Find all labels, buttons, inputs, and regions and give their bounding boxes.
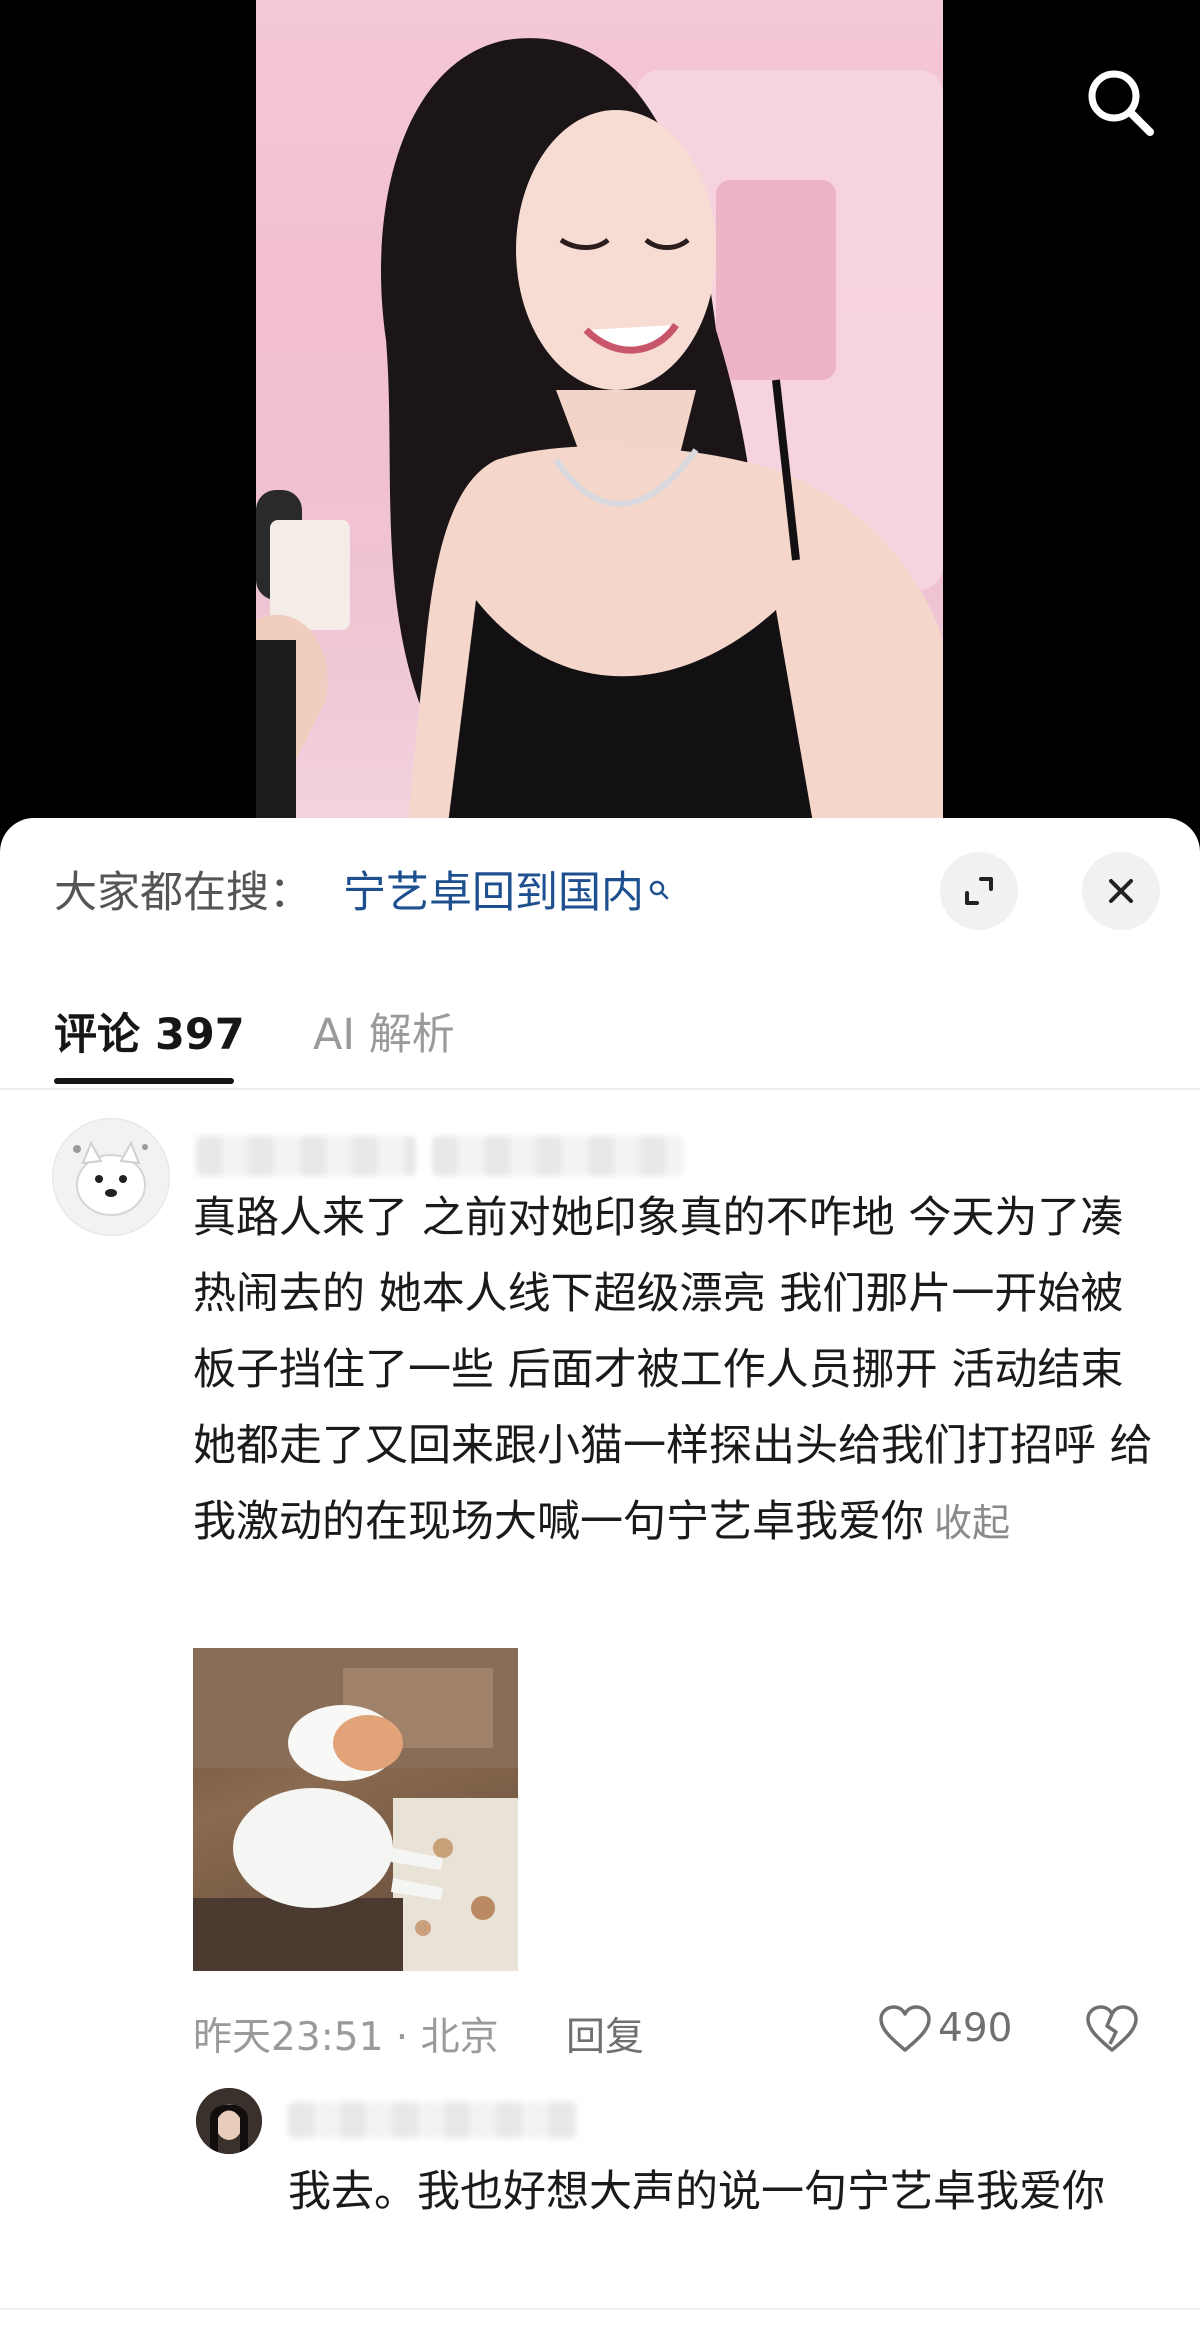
broken-heart-icon[interactable]	[1085, 2004, 1139, 2064]
commenter-name-blurred	[196, 1136, 416, 1176]
close-button[interactable]	[1082, 852, 1160, 930]
reply-name-blurred	[288, 2102, 578, 2138]
collapse-link[interactable]: 收起	[934, 1501, 1010, 1545]
comment-sheet: 大家都在搜： 宁艺卓回到国内 评论 397 AI 解析 真路人来了 之前对她印象…	[0, 818, 1200, 2333]
reply-avatar[interactable]	[196, 2088, 262, 2154]
hot-search-term: 宁艺卓回到国内	[343, 868, 644, 918]
comment-body: 真路人来了 之前对她印象真的不咋地 今天为了凑热闹去的 她本人线下超级漂亮 我们…	[193, 1180, 1153, 1561]
video-player[interactable]	[0, 0, 1200, 840]
reply-text: 我去。我也好想大声的说一句宁艺卓我爱你	[288, 2167, 1105, 2217]
comment-meta: 昨天23:51 · 北京 回复 490	[193, 2000, 1153, 2060]
commenter-avatar[interactable]	[52, 1118, 170, 1236]
tab-bar: 评论 397 AI 解析	[0, 978, 1200, 1090]
reply-button[interactable]: 回复	[566, 2006, 644, 2062]
hot-search-link[interactable]: 宁艺卓回到国内	[343, 858, 670, 920]
comment-text: 真路人来了 之前对她印象真的不咋地 今天为了凑热闹去的 她本人线下超级漂亮 我们…	[193, 1193, 1153, 1547]
expand-button[interactable]	[940, 852, 1018, 930]
tab-comments[interactable]: 评论 397	[54, 1000, 245, 1062]
close-icon	[1109, 879, 1133, 903]
comment-image[interactable]	[193, 1648, 518, 1971]
tab-ai-analysis[interactable]: AI 解析	[313, 1000, 455, 1062]
like-count: 490	[938, 2006, 1013, 2051]
active-tab-indicator	[54, 1078, 234, 1084]
heart-icon[interactable]	[878, 2004, 932, 2064]
video-frame-image	[256, 38, 943, 840]
search-icon[interactable]	[1080, 62, 1160, 142]
hot-search-label: 大家都在搜：	[54, 868, 312, 918]
expand-icon	[965, 877, 993, 905]
divider	[0, 2308, 1200, 2310]
video-frame[interactable]	[256, 0, 943, 840]
small-search-icon	[648, 862, 670, 912]
comment-time-location: 昨天23:51 · 北京	[193, 2015, 499, 2060]
commenter-tag-blurred	[432, 1136, 684, 1176]
sheet-header: 大家都在搜： 宁艺卓回到国内	[0, 818, 1200, 958]
